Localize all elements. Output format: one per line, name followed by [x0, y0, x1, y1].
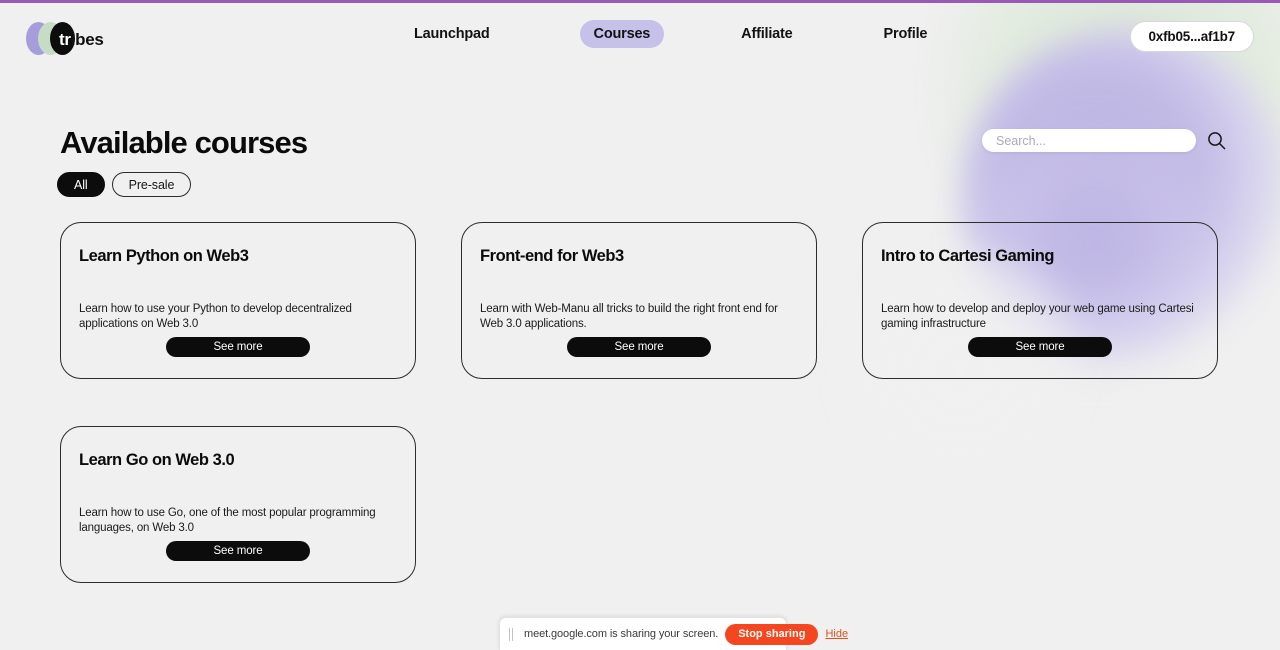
- course-card[interactable]: Learn Python on Web3 Learn how to use yo…: [60, 222, 416, 379]
- course-filters: All Pre-sale: [57, 172, 192, 197]
- course-title: Learn Go on Web 3.0: [79, 451, 235, 469]
- site-header: tribes Launchpad Courses Affiliate Profi…: [0, 3, 1280, 65]
- course-title: Learn Python on Web3: [79, 247, 249, 265]
- stop-sharing-button[interactable]: Stop sharing: [725, 623, 819, 645]
- course-card[interactable]: Front-end for Web3 Learn with Web-Manu a…: [461, 222, 817, 379]
- course-description: Learn how to develop and deploy your web…: [881, 302, 1194, 330]
- course-card[interactable]: Intro to Cartesi Gaming Learn how to dev…: [862, 222, 1218, 379]
- drag-handle-icon[interactable]: [509, 627, 517, 641]
- course-description: Learn how to use Go, one of the most pop…: [79, 506, 376, 534]
- course-card[interactable]: Learn Go on Web 3.0 Learn how to use Go,…: [60, 426, 416, 583]
- nav-item-profile[interactable]: Profile: [870, 20, 942, 48]
- search-input[interactable]: [982, 129, 1196, 152]
- see-more-button[interactable]: See more: [166, 337, 310, 357]
- course-title: Front-end for Web3: [480, 247, 624, 265]
- brand-name-suffix: ibes: [70, 30, 104, 49]
- brand-name-prefix: tr: [59, 30, 71, 49]
- filter-chip-pre-sale[interactable]: Pre-sale: [111, 172, 192, 197]
- course-title: Intro to Cartesi Gaming: [881, 247, 1055, 265]
- nav-item-affiliate[interactable]: Affiliate: [727, 20, 806, 48]
- screen-share-bar: meet.google.com is sharing your screen. …: [499, 617, 848, 650]
- see-more-button[interactable]: See more: [567, 337, 711, 357]
- brand-name: tribes: [59, 30, 104, 50]
- search-icon[interactable]: [1205, 130, 1227, 152]
- filter-chip-all[interactable]: All: [57, 172, 105, 197]
- search-area: [982, 129, 1227, 152]
- screen-share-border: [0, 0, 1280, 3]
- hide-link[interactable]: Hide: [825, 628, 848, 640]
- course-card-grid: Learn Python on Web3 Learn how to use yo…: [60, 222, 1228, 583]
- main-navigation: Launchpad Courses Affiliate Profile: [400, 3, 941, 65]
- page-title: Available courses: [60, 125, 308, 160]
- wallet-address-button[interactable]: 0xfb05...af1b7: [1129, 21, 1254, 52]
- course-description: Learn with Web-Manu all tricks to build …: [480, 302, 778, 330]
- see-more-button[interactable]: See more: [166, 541, 310, 561]
- see-more-button[interactable]: See more: [968, 337, 1112, 357]
- nav-item-launchpad[interactable]: Launchpad: [400, 20, 504, 48]
- nav-item-courses[interactable]: Courses: [579, 20, 665, 48]
- share-message: meet.google.com is sharing your screen.: [524, 628, 719, 640]
- brand-logo[interactable]: tribes: [26, 18, 186, 58]
- course-description: Learn how to use your Python to develop …: [79, 302, 352, 330]
